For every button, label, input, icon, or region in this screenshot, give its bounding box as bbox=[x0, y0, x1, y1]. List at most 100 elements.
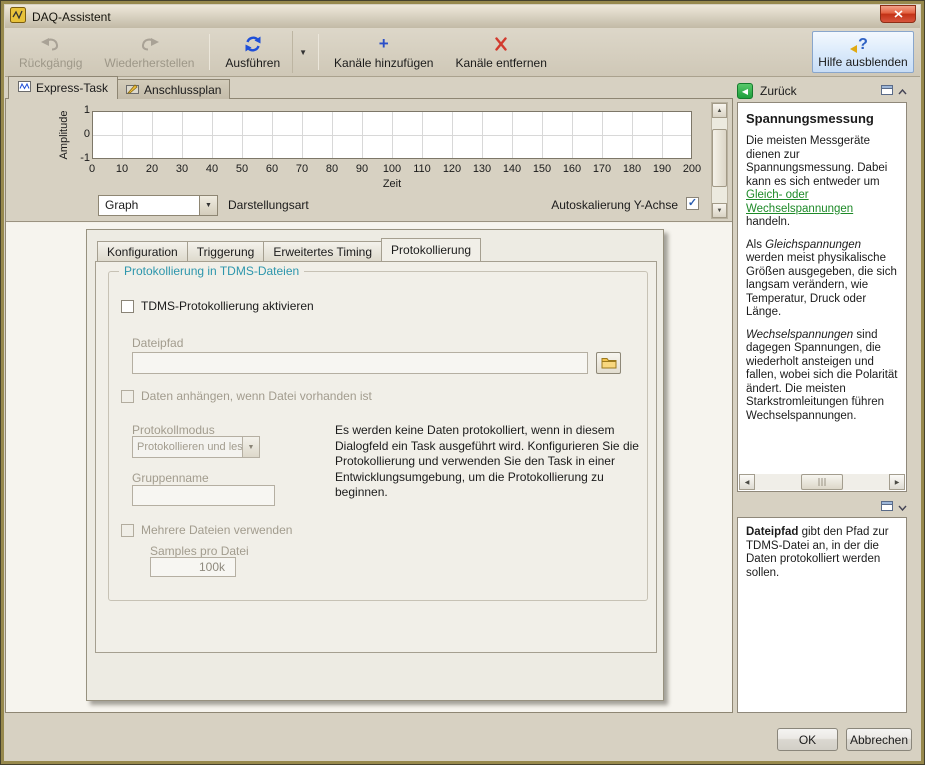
context-help-panel: Dateipfad gibt den Pfad zur TDMS-Datei a… bbox=[737, 517, 907, 713]
filepath-input[interactable] bbox=[132, 352, 588, 374]
multifile-label: Mehrere Dateien verwenden bbox=[141, 523, 293, 537]
wiring-icon bbox=[126, 83, 140, 97]
scroll-right-icon[interactable]: ▶ bbox=[889, 474, 905, 490]
undo-icon bbox=[40, 35, 61, 53]
section-divider bbox=[6, 221, 732, 222]
scroll-left-icon[interactable]: ◀ bbox=[739, 474, 755, 490]
x-tick-label: 100 bbox=[382, 163, 402, 175]
display-type-combo[interactable]: Graph ▼ bbox=[98, 195, 218, 216]
tdms-groupbox: Protokollierung in TDMS-Dateien TDMS-Pro… bbox=[108, 264, 648, 601]
x-tick-label: 110 bbox=[413, 163, 431, 175]
multifile-row: Mehrere Dateien verwenden bbox=[121, 523, 292, 537]
expand-chevron-icon[interactable] bbox=[898, 500, 907, 514]
scroll-up-icon[interactable]: ▲ bbox=[712, 103, 727, 118]
groupname-input[interactable] bbox=[132, 485, 275, 506]
help-text: sind dagegen Spannungen, die wiederholt … bbox=[746, 328, 898, 422]
tab-express-task[interactable]: Express-Task bbox=[8, 76, 119, 99]
window-title: DAQ-Assistent bbox=[32, 9, 111, 24]
append-row: Daten anhängen, wenn Datei vorhanden ist bbox=[121, 389, 372, 403]
toolbar-separator bbox=[318, 34, 320, 70]
append-label: Daten anhängen, wenn Datei vorhanden ist bbox=[141, 389, 372, 403]
protokollierung-pane: Protokollierung in TDMS-Dateien TDMS-Pro… bbox=[95, 261, 657, 653]
ok-button[interactable]: OK bbox=[777, 728, 838, 751]
enable-logging-label: TDMS-Protokollierung aktivieren bbox=[141, 299, 314, 313]
y-axis-label: Amplitude bbox=[58, 110, 70, 160]
hide-help-label: Hilfe ausblenden bbox=[818, 54, 908, 69]
x-tick-label: 190 bbox=[652, 163, 672, 175]
logmode-combo[interactable]: Protokollieren und lesen ▼ bbox=[132, 436, 260, 458]
checkmark-icon: ✓ bbox=[687, 196, 698, 209]
logmode-label: Protokollmodus bbox=[132, 423, 215, 437]
scrollbar-thumb[interactable] bbox=[712, 129, 727, 187]
run-label: Ausführen bbox=[225, 55, 281, 70]
y-tick-label: 1 bbox=[83, 104, 90, 116]
undock-window-icon[interactable] bbox=[881, 84, 893, 98]
waveform-graph[interactable] bbox=[92, 111, 692, 159]
help-horizontal-scrollbar[interactable]: ◀ ▶ bbox=[739, 474, 905, 490]
x-tick-label: 70 bbox=[295, 163, 309, 175]
collapse-chevron-icon[interactable] bbox=[898, 84, 907, 98]
hide-help-button[interactable]: ? Hilfe ausblenden bbox=[812, 31, 914, 73]
tab-protokollierung[interactable]: Protokollierung bbox=[381, 238, 482, 261]
x-tick-label: 120 bbox=[442, 163, 462, 175]
redo-icon bbox=[139, 35, 160, 53]
express-task-panel: 1 0 -1 Amplitude 0 10 20 30 40 50 60 70 80 90 100 1… bbox=[5, 98, 733, 713]
waveform-icon bbox=[18, 81, 31, 95]
chevron-down-icon[interactable]: ▼ bbox=[199, 196, 217, 215]
filepath-label: Dateipfad bbox=[132, 336, 184, 350]
help-title: Spannungsmessung bbox=[746, 111, 874, 126]
logmode-value: Protokollieren und lesen bbox=[137, 441, 242, 453]
run-split-button: Ausführen ▼ bbox=[215, 31, 313, 73]
dialog-tabstrip: Konfiguration Triggerung Erweitertes Tim… bbox=[97, 238, 482, 261]
toolbar: Rückgängig Wiederherstellen Ausführen ▼ … bbox=[5, 28, 920, 77]
help-paragraph: Die meisten Messgeräte dienen zur Spannu… bbox=[746, 135, 898, 230]
help-icon: ? bbox=[850, 35, 868, 53]
tab-konfiguration[interactable]: Konfiguration bbox=[97, 241, 188, 261]
help-link[interactable]: Gleich- oder Wechselspannungen bbox=[746, 189, 853, 215]
remove-channels-label: Kanäle entfernen bbox=[455, 55, 547, 70]
help-text: werden meist physikalische Größen ausgeg… bbox=[746, 252, 897, 318]
x-axis-label: Zeit bbox=[382, 178, 402, 190]
multifile-checkbox[interactable] bbox=[121, 523, 134, 537]
scroll-down-icon[interactable]: ▼ bbox=[712, 203, 727, 218]
titlebar: DAQ-Assistent bbox=[5, 5, 920, 28]
enable-logging-checkbox[interactable] bbox=[121, 299, 134, 313]
x-tick-label: 130 bbox=[472, 163, 492, 175]
autoscale-checkbox[interactable]: ✓ bbox=[686, 197, 699, 210]
autoscale-label: Autoskalierung Y-Achse bbox=[551, 198, 678, 212]
x-tick-label: 150 bbox=[532, 163, 552, 175]
help-text: handeln. bbox=[746, 216, 791, 228]
run-dropdown-button[interactable]: ▼ bbox=[292, 31, 313, 73]
samples-input[interactable]: 100k bbox=[150, 557, 236, 577]
graph-vertical-scrollbar[interactable]: ▲ ▼ bbox=[711, 102, 728, 219]
x-tick-label: 40 bbox=[205, 163, 219, 175]
redo-button[interactable]: Wiederherstellen bbox=[94, 31, 204, 73]
back-button[interactable]: ◀ bbox=[737, 83, 753, 99]
append-checkbox[interactable] bbox=[121, 389, 134, 403]
scrollbar-track[interactable] bbox=[755, 474, 889, 490]
samples-label: Samples pro Datei bbox=[150, 544, 249, 558]
chevron-down-icon[interactable]: ▼ bbox=[242, 437, 259, 457]
display-type-label: Darstellungsart bbox=[228, 198, 309, 212]
close-button[interactable] bbox=[880, 5, 916, 23]
undo-button[interactable]: Rückgängig bbox=[9, 31, 92, 73]
remove-channels-button[interactable]: Kanäle entfernen bbox=[445, 31, 556, 73]
configuration-dialog: Konfiguration Triggerung Erweitertes Tim… bbox=[86, 229, 664, 701]
logging-info-text: Es werden keine Daten protokolliert, wen… bbox=[335, 423, 639, 499]
add-channels-button[interactable]: + Kanäle hinzufügen bbox=[324, 31, 443, 73]
y-tick-label: 0 bbox=[83, 128, 90, 140]
tab-erweitertes-timing[interactable]: Erweitertes Timing bbox=[263, 241, 383, 261]
tab-anschlussplan[interactable]: Anschlussplan bbox=[117, 79, 231, 99]
help-paragraph: Als Gleichspannungen werden meist physik… bbox=[746, 239, 898, 320]
scrollbar-thumb[interactable] bbox=[800, 474, 843, 490]
help-term: Wechselspannungen bbox=[746, 328, 854, 341]
cancel-button[interactable]: Abbrechen bbox=[846, 728, 912, 751]
run-icon bbox=[244, 35, 262, 53]
tab-triggerung[interactable]: Triggerung bbox=[186, 241, 265, 261]
browse-button[interactable] bbox=[596, 352, 621, 374]
undo-label: Rückgängig bbox=[19, 55, 83, 70]
toolbar-separator bbox=[209, 34, 211, 70]
x-tick-label: 140 bbox=[502, 163, 522, 175]
undock-window-icon[interactable] bbox=[881, 500, 893, 514]
run-button[interactable]: Ausführen bbox=[215, 33, 290, 72]
